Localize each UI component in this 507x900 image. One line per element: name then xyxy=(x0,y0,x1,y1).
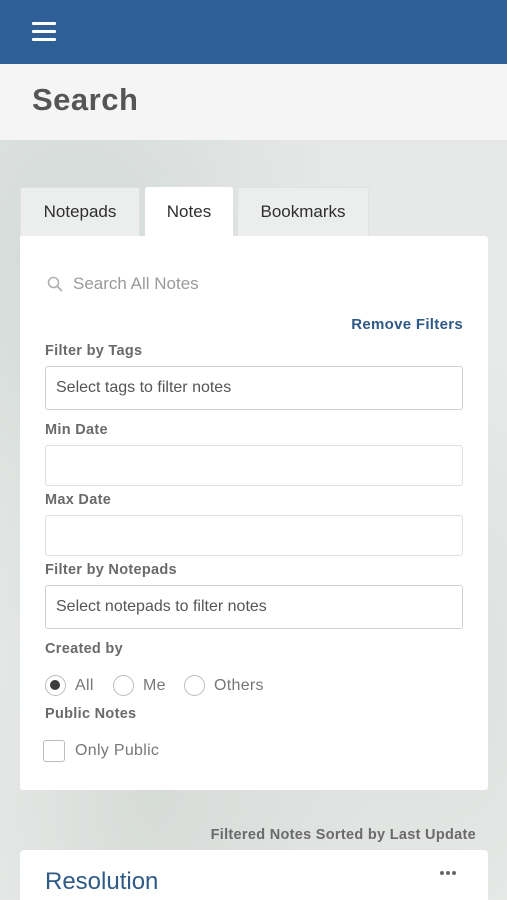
title-bar: Search xyxy=(0,64,507,140)
sort-status-label: Filtered Notes Sorted by Last Update xyxy=(210,827,476,843)
created-by-label: Created by xyxy=(45,641,123,657)
more-dots-icon[interactable] xyxy=(440,871,458,877)
tab-notepads[interactable]: Notepads xyxy=(20,187,140,236)
radio-me-circle[interactable] xyxy=(113,675,134,696)
search-bar xyxy=(45,272,445,296)
note-title[interactable]: Resolution xyxy=(45,868,158,896)
search-input[interactable] xyxy=(73,272,443,296)
page-title: Search xyxy=(32,82,139,117)
radio-all-label: All xyxy=(75,676,94,694)
min-date-label: Min Date xyxy=(45,422,108,438)
radio-all[interactable]: All xyxy=(45,675,94,696)
radio-others-circle[interactable] xyxy=(184,675,205,696)
only-public-checkbox[interactable] xyxy=(43,740,65,762)
only-public-label: Only Public xyxy=(75,742,160,759)
hamburger-menu-icon[interactable] xyxy=(32,22,56,44)
radio-me[interactable]: Me xyxy=(113,675,166,696)
only-public-checkbox-row[interactable]: Only Public xyxy=(43,740,159,762)
max-date-label: Max Date xyxy=(45,492,112,508)
max-date-field[interactable] xyxy=(45,515,463,556)
filter-tags-label: Filter by Tags xyxy=(45,343,143,359)
tags-select[interactable]: Select tags to filter notes xyxy=(45,366,463,410)
note-card[interactable]: Resolution xyxy=(20,850,488,900)
public-notes-label: Public Notes xyxy=(45,706,137,722)
top-nav-bar xyxy=(0,0,507,64)
filter-panel: Remove Filters Filter by Tags Select tag… xyxy=(20,236,488,790)
notepads-select-placeholder: Select notepads to filter notes xyxy=(56,598,267,615)
tab-notes[interactable]: Notes xyxy=(145,187,233,236)
radio-others-label: Others xyxy=(214,676,264,694)
tags-select-placeholder: Select tags to filter notes xyxy=(56,379,232,396)
radio-me-label: Me xyxy=(143,676,166,694)
radio-others[interactable]: Others xyxy=(184,675,264,696)
min-date-field[interactable] xyxy=(45,445,463,486)
remove-filters-link[interactable]: Remove Filters xyxy=(351,316,463,333)
filter-notepads-label: Filter by Notepads xyxy=(45,562,177,578)
created-by-radio-group: All Me Others xyxy=(45,675,345,699)
tab-bookmarks[interactable]: Bookmarks xyxy=(237,187,369,236)
notepads-select[interactable]: Select notepads to filter notes xyxy=(45,585,463,629)
search-icon xyxy=(47,276,63,292)
radio-all-circle[interactable] xyxy=(45,675,66,696)
